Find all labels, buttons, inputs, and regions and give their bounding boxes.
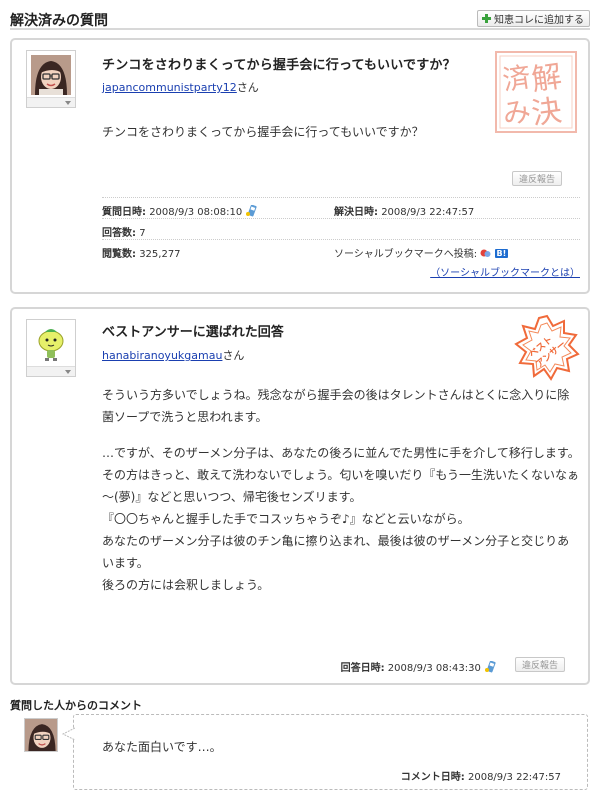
page-title: 解決済みの質問 <box>10 13 108 29</box>
answerer-avatar[interactable] <box>26 319 76 377</box>
best-answer-title: ベストアンサーに選ばれた回答 <box>102 325 284 340</box>
questioner-avatar[interactable] <box>26 50 76 108</box>
resolved-stamp-icon: 解 済 決 み <box>495 51 577 133</box>
answer-line: その方はきっと、敢えて洗わないでしょう。匂いを嗅いだり『もう一生洗いたくないなぁ… <box>102 468 580 504</box>
answer-paragraph: そういう方多いでしょうね。残念ながら握手会の後はタレントさんはとくに念入りに除菌… <box>102 388 570 424</box>
best-answer-card: ベストアンサーに選ばれた回答 hanabiranoyukgamauさん ベスト … <box>10 307 590 685</box>
best-answer-stamp-icon: ベスト アンサー <box>514 314 580 381</box>
comment-date-label: コメント日時: <box>400 772 465 783</box>
woman-avatar-icon <box>25 719 57 751</box>
sbm-help: （ソーシャルブックマークとは） <box>430 264 580 279</box>
mobile-phone-icon[interactable] <box>246 205 257 217</box>
woman-avatar-icon <box>31 55 71 95</box>
svg-text:み: み <box>501 94 533 131</box>
answer-line: 後ろの方には会釈しましょう。 <box>102 578 270 592</box>
view-count: 閲覧数: 325,277 <box>102 245 181 260</box>
question-report-button[interactable]: 違反報告 <box>512 171 563 186</box>
question-author-honorific: さん <box>236 81 259 94</box>
answer-line: 『〇〇ちゃんと握手した手でコスッちゃうぞ♪』などと云いながら。 <box>102 512 470 526</box>
add-to-collection-label: 知恵コレに追加する <box>494 15 584 26</box>
svg-text:決: 決 <box>529 93 564 132</box>
answers-label: 回答数: <box>102 228 136 239</box>
commenter-avatar[interactable] <box>24 718 58 752</box>
answer-datetime: 回答日時: 2008/9/3 08:43:30 <box>341 659 496 674</box>
asked-value: 2008/9/3 08:08:10 <box>149 207 243 218</box>
comment-section-title: 質問した人からのコメント <box>10 699 142 712</box>
mobile-phone-icon[interactable] <box>485 661 496 673</box>
sbm-label: ソーシャルブックマークへ投稿: <box>334 249 478 260</box>
cartoon-character-avatar-icon <box>31 324 71 364</box>
resolved-value: 2008/9/3 22:47:57 <box>381 207 475 218</box>
answer-author-honorific: さん <box>222 349 245 362</box>
avatar-dropdown-icon[interactable] <box>27 366 75 376</box>
sbm-help-link[interactable]: （ソーシャルブックマークとは） <box>430 268 580 279</box>
answer-report-button[interactable]: 違反報告 <box>515 657 566 672</box>
answer-author-link[interactable]: hanabiranoyukgamau <box>102 349 222 362</box>
section-header: 解決済みの質問 知恵コレに追加する <box>10 8 590 30</box>
social-bookmark: ソーシャルブックマークへ投稿: B! <box>334 245 509 260</box>
avatar-dropdown-icon[interactable] <box>27 97 75 107</box>
best-answer-body: そういう方多いでしょうね。残念ながら握手会の後はタレントさんはとくに念入りに除菌… <box>102 384 580 596</box>
resolved-datetime: 解決日時: 2008/9/3 22:47:57 <box>334 203 474 218</box>
svg-text:済: 済 <box>501 60 533 97</box>
question-body: チンコをさわりまくってから握手会に行ってもいいですか？ <box>102 125 424 139</box>
comment-date-value: 2008/9/3 22:47:57 <box>467 772 561 783</box>
comment-text: あなた面白いです…。 <box>102 740 222 754</box>
answer-date-value: 2008/9/3 08:43:30 <box>387 663 481 674</box>
answer-count: 回答数: 7 <box>102 224 146 239</box>
views-value: 325,277 <box>139 249 181 260</box>
yahoo-bookmark-icon[interactable] <box>480 248 491 259</box>
comment-bubble: あなた面白いです…。 コメント日時: 2008/9/3 22:47:57 <box>62 714 588 790</box>
speech-tail-icon <box>62 727 75 741</box>
answers-value: 7 <box>139 228 146 239</box>
question-author: japancommunistparty12さん <box>102 79 259 95</box>
comment-datetime: コメント日時: 2008/9/3 22:47:57 <box>401 768 561 783</box>
answer-date-label: 回答日時: <box>340 663 385 674</box>
question-card: チンコをさわりまくってから握手会に行ってもいいですか？ japancommuni… <box>10 38 590 294</box>
plus-icon <box>482 14 491 23</box>
question-author-link[interactable]: japancommunistparty12 <box>102 81 237 94</box>
resolved-label: 解決日時: <box>334 207 378 218</box>
question-title: チンコをさわりまくってから握手会に行ってもいいですか？ <box>102 58 456 73</box>
svg-text:解: 解 <box>529 59 564 98</box>
answer-line: あなたのザーメン分子は彼のチン亀に擦り込まれ、最後は彼のザーメン分子と交じりあい… <box>102 534 570 570</box>
add-to-collection-button[interactable]: 知恵コレに追加する <box>477 10 590 27</box>
asked-label: 質問日時: <box>102 207 146 218</box>
hatena-bookmark-icon[interactable]: B! <box>494 249 509 258</box>
answer-line: …ですが、そのザーメン分子は、あなたの後ろに並んでた男性に手を介して移行します。 <box>102 446 580 460</box>
asked-datetime: 質問日時: 2008/9/3 08:08:10 <box>102 203 257 218</box>
answer-author: hanabiranoyukgamauさん <box>102 347 244 363</box>
views-label: 閲覧数: <box>102 249 136 260</box>
